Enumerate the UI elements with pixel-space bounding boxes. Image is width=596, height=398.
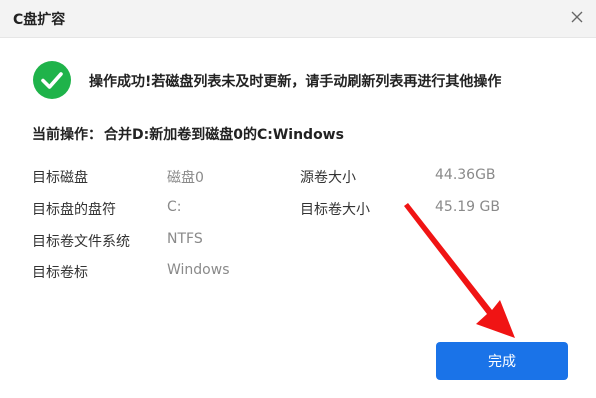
target-volume-label-label: 目标卷标 xyxy=(32,265,88,281)
done-button[interactable]: 完成 xyxy=(436,342,568,380)
source-size-value: 44.36GB xyxy=(435,167,496,183)
target-drive-letter-value: C: xyxy=(167,199,182,215)
close-icon[interactable] xyxy=(566,6,588,28)
target-filesystem-label: 目标卷文件系统 xyxy=(32,234,130,250)
target-volume-label-value: Windows xyxy=(167,262,230,278)
dialog-title: C盘扩容 xyxy=(13,12,66,28)
target-disk-value: 磁盘0 xyxy=(167,170,204,186)
target-drive-letter-label: 目标盘的盘符 xyxy=(32,202,116,218)
current-operation-label: 当前操作： xyxy=(32,127,102,143)
current-operation: 当前操作： 合并D:新加卷到磁盘0的C:Windows xyxy=(32,124,344,144)
source-size-label: 源卷大小 xyxy=(300,170,356,186)
success-message: 操作成功!若磁盘列表未及时更新，请手动刷新列表再进行其他操作 xyxy=(89,74,502,90)
target-disk-label: 目标磁盘 xyxy=(32,170,88,186)
check-circle-icon xyxy=(33,61,71,99)
title-bar: C盘扩容 xyxy=(0,0,596,38)
current-operation-value: 合并D:新加卷到磁盘0的C:Windows xyxy=(104,127,344,143)
target-size-label: 目标卷大小 xyxy=(300,202,370,218)
target-filesystem-value: NTFS xyxy=(167,231,203,247)
target-size-value: 45.19 GB xyxy=(435,199,500,215)
